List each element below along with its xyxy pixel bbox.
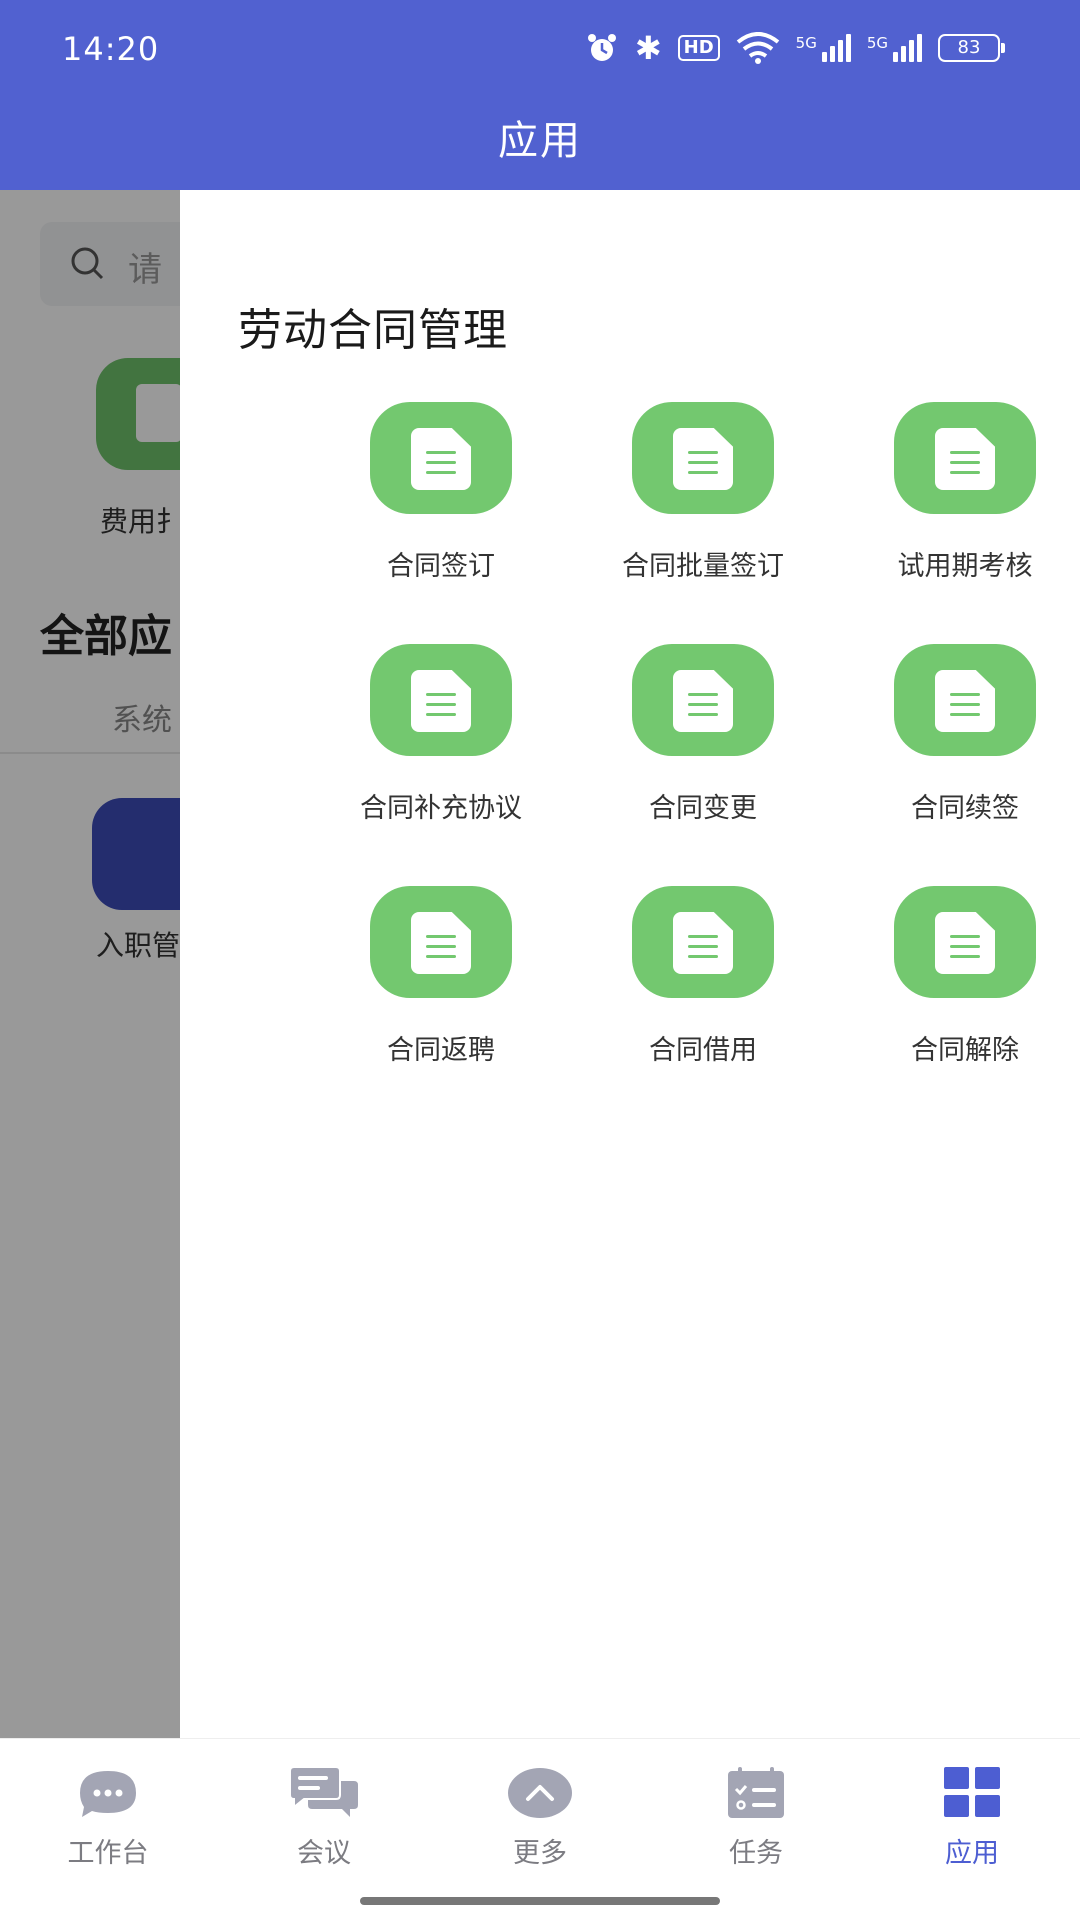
app-contract-rehire[interactable]: 合同返聘 — [310, 886, 572, 1067]
app-label: 合同返聘 — [387, 1035, 495, 1066]
nav-label: 应用 — [945, 1838, 999, 1869]
task-checklist-icon — [728, 1767, 784, 1818]
app-label: 合同补充协议 — [360, 793, 522, 824]
alarm-icon — [585, 31, 619, 65]
top-bar: 14:20 ✱ HD 5G 5G 83 应用 — [0, 0, 1080, 190]
app-label: 试用期考核 — [897, 551, 1033, 582]
grid-apps-icon — [944, 1767, 1000, 1817]
nav-label: 任务 — [729, 1838, 783, 1869]
app-contract-batch-signing[interactable]: 合同批量签订 — [572, 402, 834, 583]
page-title: 应用 — [498, 118, 582, 164]
document-icon — [894, 886, 1036, 998]
wifi-icon — [736, 32, 780, 64]
app-label: 合同批量签订 — [622, 551, 784, 582]
app-label: 合同续签 — [911, 793, 1019, 824]
status-time: 14:20 — [62, 30, 160, 68]
signal-5g-icon-2: 5G — [867, 34, 922, 62]
bottom-nav: 工作台 会议 更多 任务 应用 — [0, 1738, 1080, 1921]
meeting-icon — [289, 1767, 358, 1817]
nav-item-more[interactable]: 更多 — [460, 1767, 620, 1870]
app-drawer-panel: 劳动合同管理 合同签订 合同批量签订 试用期考核 合同补充协议 合同变更 合同续… — [180, 190, 1080, 1738]
app-contract-supplement[interactable]: 合同补充协议 — [310, 644, 572, 825]
signal-5g-icon-1: 5G — [796, 34, 851, 62]
app-contract-renewal[interactable]: 合同续签 — [834, 644, 1080, 825]
app-label: 合同借用 — [649, 1035, 757, 1066]
nav-label: 更多 — [513, 1838, 567, 1869]
nav-item-meeting[interactable]: 会议 — [244, 1767, 404, 1870]
bluetooth-icon: ✱ — [634, 29, 662, 67]
document-icon — [632, 644, 774, 756]
chevron-up-icon — [508, 1768, 572, 1818]
nav-item-apps[interactable]: 应用 — [892, 1767, 1052, 1870]
document-icon — [894, 644, 1036, 756]
app-probation-assessment[interactable]: 试用期考核 — [834, 402, 1080, 583]
document-icon — [632, 886, 774, 998]
status-icons: ✱ HD 5G 5G 83 — [585, 28, 1005, 68]
app-label: 合同变更 — [649, 793, 757, 824]
app-contract-signing[interactable]: 合同签订 — [310, 402, 572, 583]
app-contract-loan[interactable]: 合同借用 — [572, 886, 834, 1067]
hd-voice-icon: HD — [677, 35, 720, 61]
document-icon — [632, 402, 774, 514]
nav-item-workbench[interactable]: 工作台 — [28, 1767, 188, 1870]
document-icon — [370, 402, 512, 514]
battery-icon: 83 — [938, 34, 1005, 62]
nav-label: 会议 — [297, 1838, 351, 1869]
app-label: 合同签订 — [387, 551, 495, 582]
app-contract-change[interactable]: 合同变更 — [572, 644, 834, 825]
nav-label: 工作台 — [67, 1838, 149, 1869]
signal2-label: 5G — [866, 34, 888, 52]
chat-bubble-icon — [80, 1771, 136, 1817]
document-icon — [370, 644, 512, 756]
nav-item-task[interactable]: 任务 — [676, 1767, 836, 1870]
drawer-title: 劳动合同管理 — [238, 305, 508, 356]
document-icon — [894, 402, 1036, 514]
app-label: 合同解除 — [911, 1035, 1019, 1066]
signal1-label: 5G — [795, 34, 817, 52]
app-contract-termination[interactable]: 合同解除 — [834, 886, 1080, 1067]
home-indicator[interactable] — [360, 1897, 720, 1905]
document-icon — [370, 886, 512, 998]
